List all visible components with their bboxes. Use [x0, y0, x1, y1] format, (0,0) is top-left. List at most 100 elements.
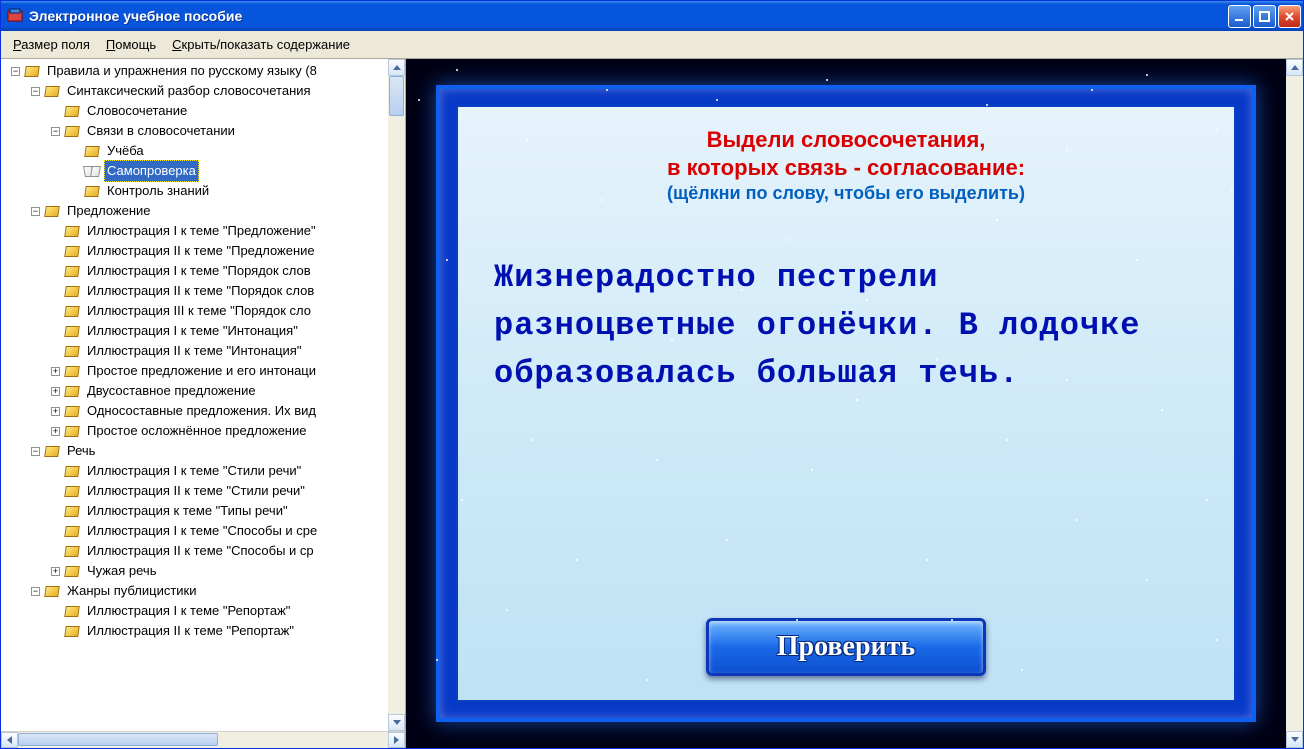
expand-icon[interactable]: +	[51, 567, 60, 576]
instruction-hint: (щёлкни по слову, чтобы его выделить)	[488, 183, 1204, 204]
expand-icon[interactable]: +	[51, 367, 60, 376]
collapse-icon[interactable]: −	[31, 447, 40, 456]
tree-item-label: Иллюстрация I к теме "Репортаж"	[84, 600, 293, 622]
collapse-icon[interactable]: −	[11, 67, 20, 76]
tree-item[interactable]: −Речь	[3, 441, 387, 461]
tree-item[interactable]: Словосочетание	[3, 101, 387, 121]
star-icon	[826, 79, 828, 81]
tree-item-label: Учёба	[104, 140, 147, 162]
tree-item[interactable]: −Связи в словосочетании	[3, 121, 387, 141]
tree-item-label: Иллюстрация I к теме "Стили речи"	[84, 460, 304, 482]
titlebar: Электронное учебное пособие	[1, 1, 1303, 31]
minimize-button[interactable]	[1228, 5, 1251, 28]
tree-item[interactable]: +Односоставные предложения. Их вид	[3, 401, 387, 421]
maximize-button[interactable]	[1253, 5, 1276, 28]
no-expander	[51, 267, 60, 276]
star-icon	[516, 319, 518, 321]
tree-item[interactable]: Контроль знаний	[3, 181, 387, 201]
tree-item[interactable]: Иллюстрация I к теме "Порядок слов	[3, 261, 387, 281]
expand-icon[interactable]: +	[51, 407, 60, 416]
tree-item[interactable]: Иллюстрация II к теме "Предложение	[3, 241, 387, 261]
no-expander	[71, 147, 80, 156]
collapse-icon[interactable]: −	[31, 87, 40, 96]
lesson-card: Выдели словосочетания, в которых связь -…	[456, 105, 1236, 702]
star-icon	[786, 239, 788, 241]
tree-item[interactable]: Иллюстрация I к теме "Способы и сре	[3, 521, 387, 541]
expand-icon[interactable]: +	[51, 387, 60, 396]
book-closed-icon	[44, 84, 60, 98]
scroll-track[interactable]	[388, 76, 405, 714]
book-closed-icon	[64, 504, 80, 518]
content-vscrollbar[interactable]	[1286, 59, 1303, 748]
no-expander	[51, 547, 60, 556]
star-icon	[1091, 89, 1093, 91]
menu-field-size[interactable]: Размер поля	[5, 35, 98, 54]
menu-help[interactable]: Помощь	[98, 35, 164, 54]
collapse-icon[interactable]: −	[31, 587, 40, 596]
sidebar-vscrollbar[interactable]	[388, 59, 405, 731]
book-closed-icon	[64, 104, 80, 118]
instruction-line-1: Выдели словосочетания,	[488, 127, 1204, 153]
star-icon	[656, 459, 658, 461]
star-icon	[936, 359, 938, 361]
tree-item[interactable]: Иллюстрация I к теме "Интонация"	[3, 321, 387, 341]
scroll-up-button[interactable]	[1286, 59, 1303, 76]
tree-item[interactable]: +Простое осложнённое предложение	[3, 421, 387, 441]
scroll-right-button[interactable]	[388, 732, 405, 748]
tree-item[interactable]: +Чужая речь	[3, 561, 387, 581]
star-icon	[881, 129, 883, 131]
tree-item[interactable]: Иллюстрация III к теме "Порядок сло	[3, 301, 387, 321]
tree-item[interactable]: −Жанры публицистики	[3, 581, 387, 601]
menu-toggle-toc[interactable]: Скрыть/показать содержание	[164, 35, 358, 54]
scroll-down-button[interactable]	[388, 714, 405, 731]
scroll-left-button[interactable]	[1, 732, 18, 748]
star-icon	[1231, 189, 1233, 191]
tree-item[interactable]: −Предложение	[3, 201, 387, 221]
star-icon	[446, 259, 448, 261]
scroll-thumb[interactable]	[389, 76, 404, 116]
toc-tree[interactable]: −Правила и упражнения по русскому языку …	[3, 61, 387, 729]
scroll-track[interactable]	[1286, 76, 1303, 731]
book-closed-icon	[64, 364, 80, 378]
tree-item[interactable]: Иллюстрация II к теме "Интонация"	[3, 341, 387, 361]
book-closed-icon	[64, 624, 80, 638]
star-icon	[1066, 149, 1068, 151]
tree-item-label: Контроль знаний	[104, 180, 212, 202]
star-icon	[951, 619, 953, 621]
tree-item[interactable]: −Синтаксический разбор словосочетания	[3, 81, 387, 101]
star-icon	[726, 539, 728, 541]
tree-item-label: Словосочетание	[84, 100, 190, 122]
scroll-track[interactable]	[18, 732, 388, 748]
tree-item[interactable]: Иллюстрация I к теме "Предложение"	[3, 221, 387, 241]
expand-icon[interactable]: +	[51, 427, 60, 436]
exercise-text[interactable]: Жизнерадостно пестрели разноцветные огон…	[488, 254, 1204, 398]
tree-item[interactable]: Иллюстрация I к теме "Стили речи"	[3, 461, 387, 481]
tree-item[interactable]: Иллюстрация I к теме "Репортаж"	[3, 601, 387, 621]
tree-item-selected[interactable]: Самопроверка	[3, 161, 387, 181]
tree-item[interactable]: Учёба	[3, 141, 387, 161]
tree-item[interactable]: +Простое предложение и его интонаци	[3, 361, 387, 381]
tree-item[interactable]: −Правила и упражнения по русскому языку …	[3, 61, 387, 81]
no-expander	[71, 187, 80, 196]
star-icon	[1216, 129, 1218, 131]
tree-item[interactable]: Иллюстрация к теме "Типы речи"	[3, 501, 387, 521]
tree-item[interactable]: Иллюстрация II к теме "Репортаж"	[3, 621, 387, 641]
star-icon	[601, 199, 603, 201]
collapse-icon[interactable]: −	[51, 127, 60, 136]
close-button[interactable]	[1278, 5, 1301, 28]
tree-item[interactable]: +Двусоставное предложение	[3, 381, 387, 401]
sidebar-hscrollbar[interactable]	[1, 731, 405, 748]
collapse-icon[interactable]: −	[31, 207, 40, 216]
scroll-up-button[interactable]	[388, 59, 405, 76]
star-icon	[716, 99, 718, 101]
book-closed-icon	[84, 184, 100, 198]
tree-item[interactable]: Иллюстрация II к теме "Порядок слов	[3, 281, 387, 301]
tree-item[interactable]: Иллюстрация II к теме "Способы и ср	[3, 541, 387, 561]
star-icon	[996, 219, 998, 221]
tree-item-label: Иллюстрация II к теме "Способы и ср	[84, 540, 317, 562]
scroll-thumb[interactable]	[18, 733, 218, 746]
tree-item[interactable]: Иллюстрация II к теме "Стили речи"	[3, 481, 387, 501]
check-button[interactable]: Проверить	[706, 618, 986, 676]
scroll-down-button[interactable]	[1286, 731, 1303, 748]
tree-item-label: Иллюстрация I к теме "Порядок слов	[84, 260, 314, 282]
